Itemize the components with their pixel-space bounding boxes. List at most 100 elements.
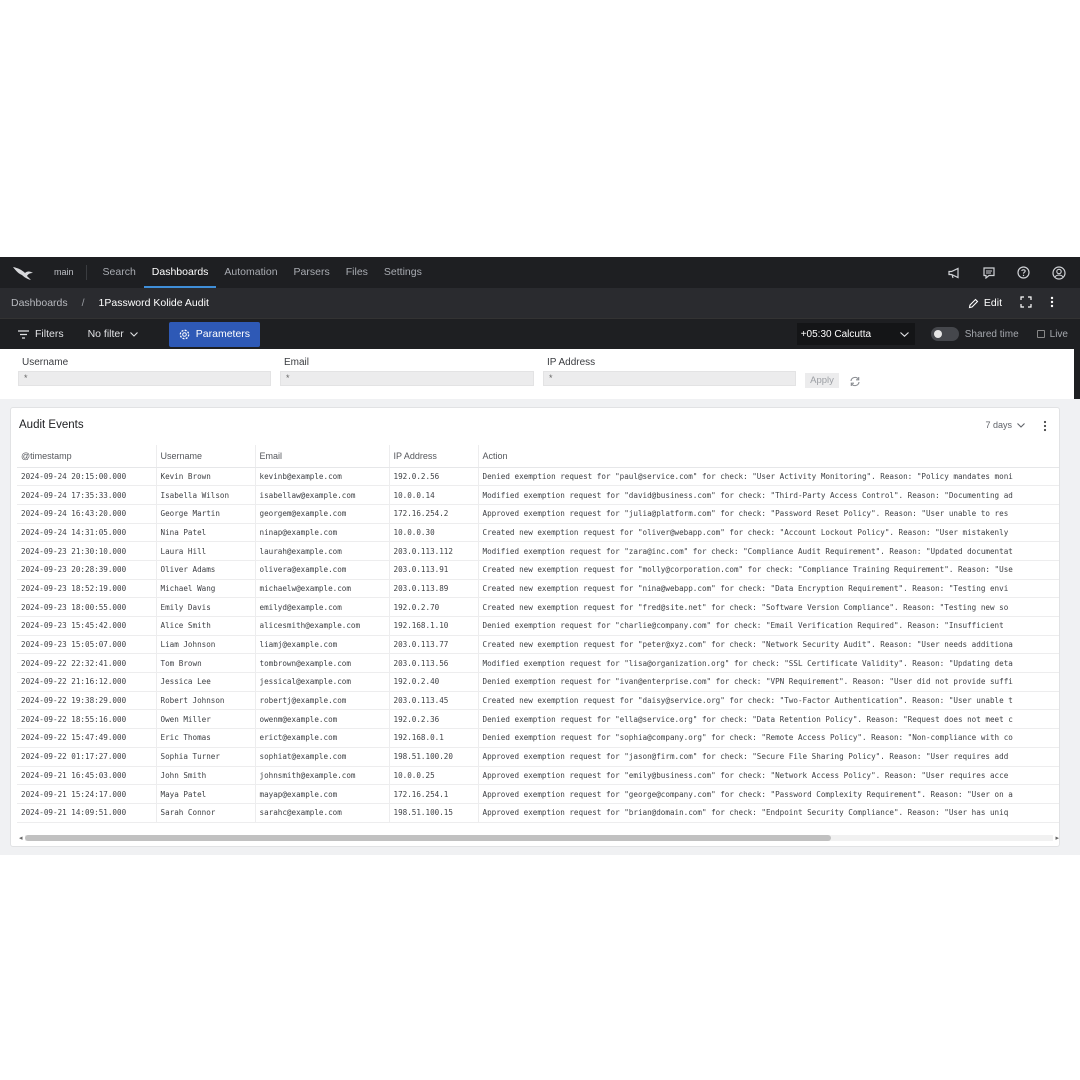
table-row[interactable]: 2024-09-24 17:35:33.000 Isabella Wilson is…	[17, 485, 1059, 505]
cell-username: Owen Miller	[156, 709, 256, 730]
widget-title: Audit Events	[19, 419, 84, 431]
cell-email: sarahc@example.com	[255, 803, 390, 823]
refresh-icon[interactable]	[849, 374, 861, 392]
table-row[interactable]: 2024-09-23 18:52:19.000 Michael Wang micha…	[17, 579, 1059, 599]
param-ip-address-input[interactable]: *	[543, 371, 796, 386]
table-header-row: @timestamp Username Email IP Address Action	[17, 445, 1059, 468]
checkbox-box[interactable]	[1036, 330, 1045, 338]
breadcrumb: Dashboards / 1Password Kolide Audit Edit	[0, 288, 1080, 318]
cell-timestamp: 2024-09-21 16:45:03.000	[17, 766, 157, 786]
param-email-input[interactable]: *	[280, 371, 534, 386]
shared-time-toggle[interactable]: Shared time	[930, 327, 1019, 341]
time-range-select[interactable]: 7 days	[985, 420, 1025, 430]
param-username-input[interactable]: *	[18, 371, 271, 386]
live-label: Live	[1049, 328, 1068, 340]
table-row[interactable]: 2024-09-23 21:30:10.000 Laura Hill laurah@…	[17, 541, 1059, 561]
table-row[interactable]: 2024-09-24 16:43:20.000 George Martin geor…	[17, 504, 1059, 524]
nav-item-settings[interactable]: Settings	[376, 257, 430, 288]
cell-username: Oliver Adams	[156, 560, 256, 580]
cell-timestamp: 2024-09-23 21:30:10.000	[17, 541, 157, 561]
parameters-button[interactable]: Parameters	[168, 321, 261, 347]
chevron-down-icon	[129, 331, 138, 337]
edit-button[interactable]: Edit	[968, 297, 1002, 309]
cell-action: Created new exemption request for "daisy…	[478, 691, 1059, 711]
table-row[interactable]: 2024-09-22 01:17:27.000 Sophia Turner soph…	[17, 747, 1059, 767]
help-icon[interactable]	[1017, 266, 1030, 279]
shared-time-label: Shared time	[964, 328, 1019, 340]
time-range-value: 7 days	[985, 420, 1012, 430]
repository-name[interactable]: main	[46, 265, 87, 280]
filter-select[interactable]: No filter	[88, 328, 138, 340]
cell-timestamp: 2024-09-22 01:17:27.000	[17, 747, 157, 767]
toggle-switch[interactable]	[930, 327, 959, 341]
filter-bar: Filters No filter Parameters +05:30 Calc…	[0, 318, 1080, 349]
scroll-right-arrow-icon[interactable]: ▸	[1055, 834, 1059, 842]
cell-email: johnsmith@example.com	[255, 766, 390, 786]
more-options-icon[interactable]	[1050, 296, 1054, 311]
cell-username: George Martin	[156, 504, 256, 524]
timezone-select[interactable]: +05:30 Calcutta	[796, 323, 915, 345]
cell-email: michaelw@example.com	[255, 579, 390, 599]
fullscreen-icon[interactable]	[1020, 295, 1032, 311]
nav-item-parsers[interactable]: Parsers	[286, 257, 338, 288]
cell-username: Maya Patel	[156, 784, 256, 804]
table-row[interactable]: 2024-09-23 15:45:42.000 Alice Smith alices…	[17, 616, 1059, 636]
table-row[interactable]: 2024-09-23 18:00:55.000 Emily Davis emilyd…	[17, 597, 1059, 617]
cell-ip-address: 203.0.113.91	[389, 560, 479, 580]
table-row[interactable]: 2024-09-23 20:28:39.000 Oliver Adams olive…	[17, 560, 1059, 580]
table-row[interactable]: 2024-09-21 14:09:51.000 Sarah Connor sarah…	[17, 803, 1059, 823]
widget-menu-icon[interactable]	[1043, 419, 1047, 437]
table-row[interactable]: 2024-09-22 21:16:12.000 Jessica Lee jessic…	[17, 672, 1059, 692]
cell-timestamp: 2024-09-23 18:52:19.000	[17, 579, 157, 599]
column-header-action[interactable]: Action	[478, 445, 1059, 468]
cell-email: mayap@example.com	[255, 784, 390, 804]
horizontal-scrollbar[interactable]: ◂ ▸	[19, 834, 1059, 842]
filters-button[interactable]: Filters	[0, 328, 64, 340]
table-row[interactable]: 2024-09-21 15:24:17.000 Maya Patel mayap@e…	[17, 784, 1059, 804]
cell-email: ninap@example.com	[255, 523, 390, 543]
cell-ip-address: 10.0.0.30	[389, 523, 479, 543]
table-row[interactable]: 2024-09-24 14:31:05.000 Nina Patel ninap@e…	[17, 523, 1059, 543]
table-row[interactable]: 2024-09-22 19:38:29.000 Robert Johnson rob…	[17, 691, 1059, 711]
cell-username: Jessica Lee	[156, 672, 256, 692]
cell-action: Modified exemption request for "david@bu…	[478, 485, 1059, 505]
table-row[interactable]: 2024-09-22 15:47:49.000 Eric Thomas erict@…	[17, 728, 1059, 748]
cell-ip-address: 203.0.113.56	[389, 653, 479, 674]
cell-username: Kevin Brown	[156, 467, 256, 487]
nav-item-files[interactable]: Files	[338, 257, 376, 288]
scrollbar-thumb[interactable]	[25, 835, 831, 841]
top-nav: main Search Dashboards Automation Parser…	[0, 257, 1080, 288]
cell-ip-address: 192.0.2.56	[389, 467, 479, 487]
table-row[interactable]: 2024-09-22 18:55:16.000 Owen Miller owenm@…	[17, 709, 1059, 730]
table-row[interactable]: 2024-09-23 15:05:07.000 Liam Johnson liamj…	[17, 635, 1059, 655]
cell-username: Michael Wang	[156, 579, 256, 599]
column-header-email[interactable]: Email	[255, 445, 390, 468]
falcon-logo-icon[interactable]	[0, 257, 46, 288]
pencil-icon	[968, 298, 979, 308]
cell-ip-address: 203.0.113.89	[389, 579, 479, 599]
cell-action: Created new exemption request for "fred@…	[478, 597, 1059, 617]
column-header-ip-address[interactable]: IP Address	[389, 445, 479, 468]
apply-button[interactable]: Apply	[805, 373, 839, 388]
cell-username: Sophia Turner	[156, 747, 256, 767]
table-row[interactable]: 2024-09-24 20:15:00.000 Kevin Brown kevinb…	[17, 467, 1059, 487]
table-row[interactable]: 2024-09-22 22:32:41.000 Tom Brown tombrown…	[17, 653, 1059, 674]
cell-ip-address: 10.0.0.14	[389, 485, 479, 505]
user-avatar-icon[interactable]	[1052, 265, 1066, 280]
live-checkbox[interactable]: Live	[1036, 328, 1068, 340]
nav-item-search[interactable]: Search	[95, 257, 144, 288]
breadcrumb-dashboards-link[interactable]: Dashboards	[11, 297, 68, 309]
megaphone-icon[interactable]	[948, 267, 961, 279]
table-row[interactable]: 2024-09-21 16:45:03.000 John Smith johnsmi…	[17, 766, 1059, 786]
cell-timestamp: 2024-09-24 20:15:00.000	[17, 467, 157, 487]
column-header-timestamp[interactable]: @timestamp	[17, 445, 157, 468]
cell-timestamp: 2024-09-22 18:55:16.000	[17, 709, 157, 730]
nav-item-dashboards[interactable]: Dashboards	[143, 257, 217, 288]
column-header-username[interactable]: Username	[156, 445, 256, 468]
scroll-left-arrow-icon[interactable]: ◂	[19, 834, 23, 842]
cell-ip-address: 172.16.254.1	[389, 784, 479, 804]
nav-item-automation[interactable]: Automation	[216, 257, 285, 288]
chat-icon[interactable]	[983, 266, 995, 279]
param-username: Username *	[18, 357, 271, 386]
cell-action: Modified exemption request for "zara@inc…	[478, 541, 1059, 561]
